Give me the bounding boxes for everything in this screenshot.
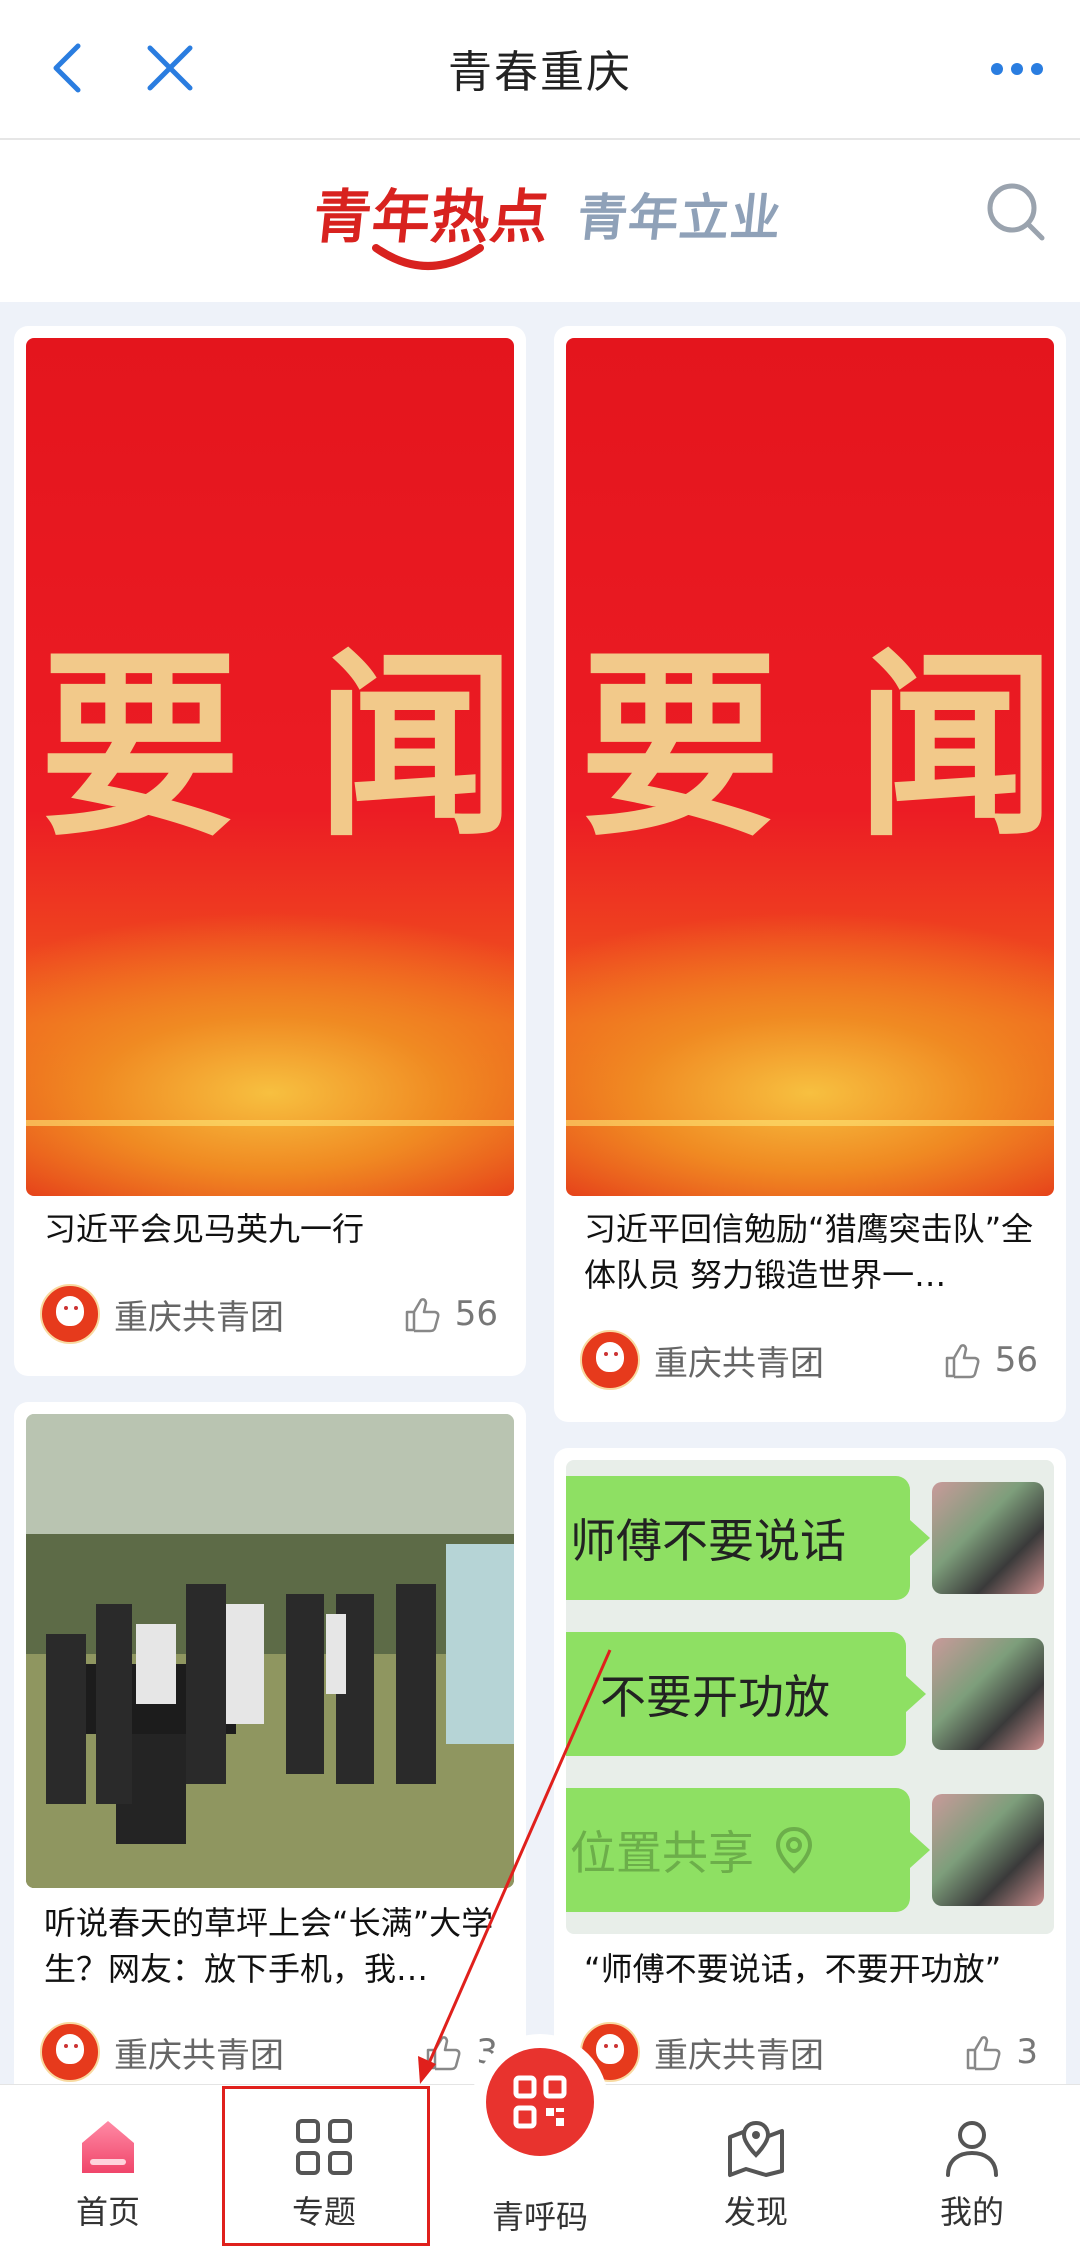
author-name: 重庆共青团 — [114, 1297, 284, 1338]
category-tabs: 青年热点 青年立业 — [0, 140, 1080, 302]
author-name: 重庆共青团 — [114, 2035, 284, 2076]
thumbs-up-icon — [405, 1298, 440, 1333]
home-icon — [82, 2121, 134, 2173]
avatar — [40, 1284, 100, 1344]
active-tab-indicator — [372, 244, 484, 270]
like-count: 56 — [454, 1294, 498, 1334]
top-nav-bar: 青春重庆 — [0, 0, 1080, 140]
thumbs-up-icon — [945, 1344, 980, 1379]
thumbs-up-icon — [427, 2036, 461, 2071]
tab-youth-career[interactable]: 青年立业 — [574, 178, 786, 250]
chat-bubble: 师傅不要说话 — [566, 1476, 930, 1600]
news-title: “师傅不要说话，不要开功放” — [584, 1950, 1002, 1988]
news-title: 习近平会见马英九一行 — [44, 1210, 365, 1248]
nav-label: 发现 — [723, 2193, 788, 2231]
nav-profile[interactable]: 我的 — [892, 2115, 1052, 2233]
card-author[interactable]: 重庆共青团 — [580, 2022, 824, 2082]
nav-qr-code[interactable] — [486, 2048, 594, 2156]
like-count: 56 — [994, 1340, 1038, 1380]
thumbnail-text: 闻 — [316, 628, 514, 864]
thumbnail-stripe — [26, 1120, 514, 1126]
avatar — [580, 1330, 640, 1390]
person-icon — [946, 2121, 998, 2177]
thumbnail-stripe — [566, 1120, 1054, 1126]
avatar — [40, 2022, 100, 2082]
chat-avatar — [932, 1638, 1044, 1750]
chat-avatar — [932, 1794, 1044, 1906]
search-icon[interactable] — [984, 180, 1048, 244]
news-title: 听说春天的草坪上会“长满”大学生？网友：放下手机，我… — [44, 1904, 494, 1988]
news-photo — [26, 1414, 514, 1888]
like-count: 3 — [1016, 2032, 1038, 2072]
thumbs-up-icon — [967, 2036, 1001, 2071]
nav-label: 青呼码 — [491, 2198, 588, 2236]
news-thumbnail: 要 闻 — [566, 338, 1054, 1196]
page-title: 青春重庆 — [448, 47, 632, 98]
thumbnail-text: 闻 — [856, 628, 1054, 864]
qr-code-icon — [513, 2075, 567, 2129]
chat-bubble: 位置共享 — [566, 1788, 930, 1912]
card-author[interactable]: 重庆共青团 — [40, 1284, 284, 1344]
chat-avatar — [932, 1482, 1044, 1594]
news-title: 习近平回信勉励“猎鹰突击队”全体队员 努力锻造世界一… — [584, 1210, 1034, 1294]
news-card[interactable]: 师傅不要说话 不要开功放 位置共享 “师傅不要说话，不要开功放” 重庆共青团 3 — [554, 1448, 1066, 2102]
thumbnail-text: 要 — [40, 628, 241, 864]
thumbnail-text: 要 — [580, 628, 781, 864]
more-options-icon[interactable] — [990, 62, 1044, 76]
author-name: 重庆共青团 — [654, 1343, 824, 1384]
news-card[interactable]: 要 闻 习近平会见马英九一行 重庆共青团 56 — [14, 326, 526, 1376]
news-card[interactable]: 听说春天的草坪上会“长满”大学生？网友：放下手机，我… 重庆共青团 3 — [14, 1402, 526, 2102]
news-card[interactable]: 要 闻 习近平回信勉励“猎鹰突击队”全体队员 努力锻造世界一… 重庆共青团 56 — [554, 326, 1066, 1422]
location-icon — [775, 1826, 813, 1874]
author-name: 重庆共青团 — [654, 2035, 824, 2076]
card-author[interactable]: 重庆共青团 — [40, 2022, 284, 2082]
chat-bubble: 不要开功放 — [566, 1632, 926, 1756]
news-thumbnail: 要 闻 — [26, 338, 514, 1196]
nav-label: 首页 — [75, 2193, 140, 2231]
map-pin-icon — [728, 2120, 784, 2177]
nav-discover[interactable]: 发现 — [676, 2115, 836, 2233]
nav-label: 我的 — [939, 2193, 1004, 2231]
like-button[interactable]: 3 — [964, 2022, 1038, 2082]
chat-screenshot: 师傅不要说话 不要开功放 位置共享 — [566, 1460, 1054, 1934]
card-author[interactable]: 重庆共青团 — [580, 1330, 824, 1390]
students-photo-illustration — [26, 1414, 514, 1888]
nav-home[interactable]: 首页 — [28, 2115, 188, 2233]
like-button[interactable]: 56 — [403, 1284, 498, 1344]
like-button[interactable]: 56 — [943, 1330, 1038, 1390]
annotation-highlight-box — [222, 2086, 430, 2246]
